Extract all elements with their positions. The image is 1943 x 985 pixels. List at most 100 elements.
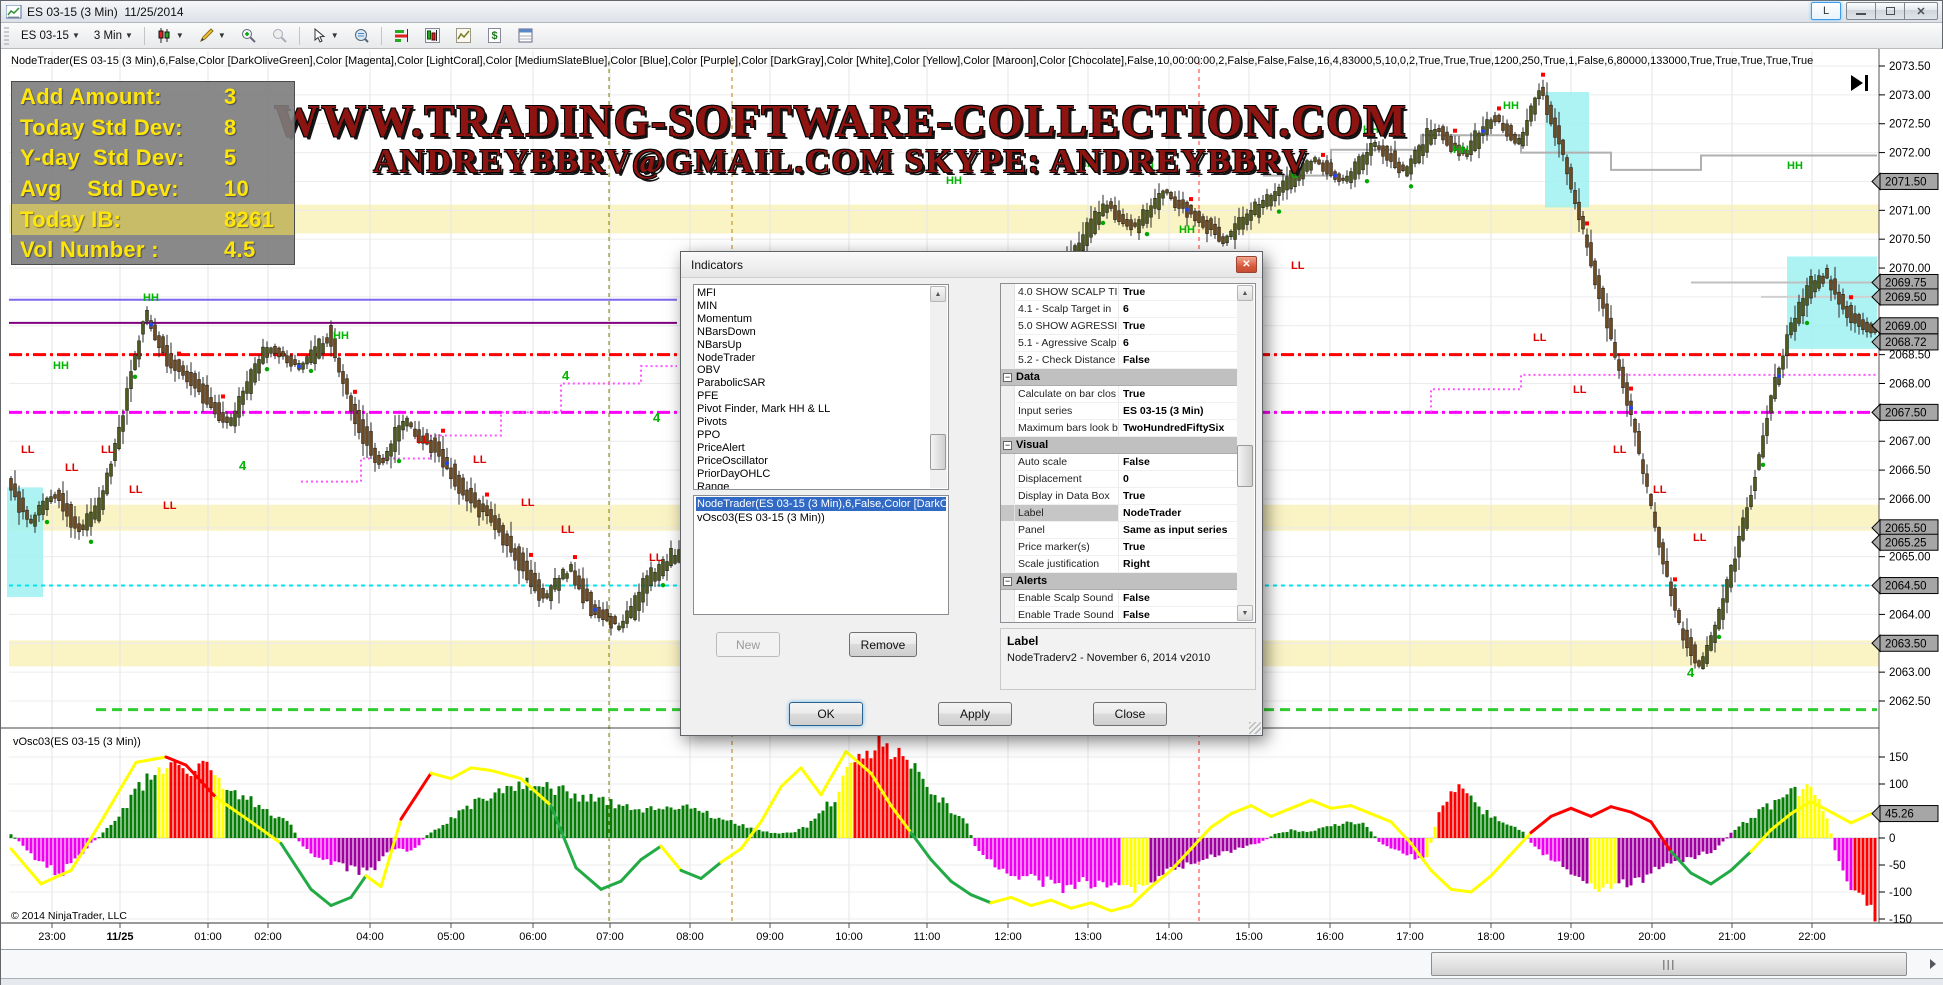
chart-style-button[interactable]: ▼: [150, 25, 190, 47]
zoom-out-button[interactable]: [265, 25, 294, 47]
property-value[interactable]: True: [1119, 490, 1238, 502]
indicator-list-item[interactable]: OBV: [697, 364, 929, 377]
property-row[interactable]: Maximum bars look bTwoHundredFiftySix: [1001, 420, 1238, 437]
dialog-close-action-button[interactable]: Close: [1093, 702, 1167, 726]
property-value[interactable]: False: [1119, 354, 1238, 366]
toolbar-grip[interactable]: [4, 27, 9, 45]
property-value[interactable]: 0: [1119, 473, 1238, 485]
property-row[interactable]: 5.0 SHOW AGRESSITrue: [1001, 318, 1238, 335]
instrument-selector[interactable]: ES 03-15 ▼: [15, 25, 86, 47]
property-value[interactable]: Same as input series: [1119, 524, 1238, 536]
property-value[interactable]: NodeTrader: [1119, 507, 1238, 519]
zoom-in-button[interactable]: [234, 25, 263, 47]
indicator-list-item[interactable]: PriceAlert: [697, 442, 929, 455]
property-row[interactable]: Input seriesES 03-15 (3 Min): [1001, 403, 1238, 420]
property-row[interactable]: Auto scaleFalse: [1001, 454, 1238, 471]
property-row[interactable]: 4.1 - Scalp Target in6: [1001, 301, 1238, 318]
indicator-list-item[interactable]: Pivots: [697, 416, 929, 429]
property-value[interactable]: False: [1119, 592, 1238, 604]
indicator-list-item[interactable]: PPO: [697, 429, 929, 442]
property-row[interactable]: 5.1 - Agressive Scalp6: [1001, 335, 1238, 352]
property-row[interactable]: LabelNodeTrader: [1001, 505, 1238, 522]
property-row[interactable]: Enable Scalp SoundFalse: [1001, 590, 1238, 607]
properties-grid[interactable]: 4.0 SHOW SCALP TITrue4.1 - Scalp Target …: [1000, 283, 1256, 623]
property-value[interactable]: True: [1119, 320, 1238, 332]
restore-button[interactable]: [1875, 2, 1905, 20]
grid-scrollbar[interactable]: ▲ ▼: [1237, 285, 1254, 621]
dialog-close-button[interactable]: ✕: [1236, 256, 1257, 273]
scroll-thumb[interactable]: [1237, 445, 1253, 487]
property-section-header[interactable]: −Alerts: [1001, 573, 1238, 590]
available-indicators-list[interactable]: MFIMINMomentumNBarsDownNBarsUpNodeTrader…: [693, 284, 949, 490]
property-row[interactable]: Scale justificationRight: [1001, 556, 1238, 573]
dialog-titlebar[interactable]: Indicators ✕: [681, 252, 1262, 278]
property-row[interactable]: 4.0 SHOW SCALP TITrue: [1001, 284, 1238, 301]
property-value[interactable]: Right: [1119, 558, 1238, 570]
property-value[interactable]: True: [1119, 286, 1238, 298]
property-gutter: [1001, 522, 1015, 538]
account-data-button[interactable]: $: [480, 25, 509, 47]
property-value[interactable]: False: [1119, 609, 1238, 621]
indicator-list-item[interactable]: PFE: [697, 390, 929, 403]
indicator-list-item[interactable]: ParabolicSAR: [697, 377, 929, 390]
selected-indicators-list[interactable]: NodeTrader(ES 03-15 (3 Min),6,False,Colo…: [693, 495, 949, 615]
indicator-list-item[interactable]: PriceOscillator: [697, 455, 929, 468]
ok-button[interactable]: OK: [789, 702, 863, 726]
property-value[interactable]: True: [1119, 541, 1238, 553]
list-scrollbar[interactable]: ▲: [930, 286, 947, 488]
properties-button[interactable]: [511, 25, 540, 47]
apply-button[interactable]: Apply: [938, 702, 1012, 726]
scroll-up-icon[interactable]: ▲: [1237, 285, 1253, 301]
property-row[interactable]: Enable Trade SoundFalse: [1001, 607, 1238, 623]
indicator-list-item[interactable]: Momentum: [697, 313, 929, 326]
property-value[interactable]: 6: [1119, 303, 1238, 315]
indicator-list-item[interactable]: Pivot Finder, Mark HH & LL: [697, 403, 929, 416]
property-value[interactable]: False: [1119, 456, 1238, 468]
indicator-list-item[interactable]: Range: [697, 481, 929, 490]
indicator-list-item[interactable]: MFI: [697, 287, 929, 300]
scroll-down-icon[interactable]: ▼: [1237, 605, 1253, 621]
collapse-icon[interactable]: −: [1003, 577, 1012, 586]
property-row[interactable]: Calculate on bar closTrue: [1001, 386, 1238, 403]
interval-selector[interactable]: 3 Min ▼: [88, 25, 139, 47]
indicator-list-item[interactable]: NBarsUp: [697, 339, 929, 352]
property-row[interactable]: 5.2 - Check DistanceFalse: [1001, 352, 1238, 369]
property-section-header[interactable]: −Visual: [1001, 437, 1238, 454]
indicator-list-item[interactable]: NodeTrader: [697, 352, 929, 365]
remove-button[interactable]: Remove: [849, 632, 917, 657]
data-box-button[interactable]: [347, 25, 376, 47]
property-row[interactable]: Price marker(s)True: [1001, 539, 1238, 556]
chart-area: HHHHHHHHHHHHHHHHHHHHHHLLLLLLLLLLLLLLLLLL…: [1, 49, 1943, 949]
scroll-up-icon[interactable]: ▲: [930, 286, 946, 302]
property-value[interactable]: 6: [1119, 337, 1238, 349]
property-row[interactable]: Displacement0: [1001, 471, 1238, 488]
property-row[interactable]: Display in Data BoxTrue: [1001, 488, 1238, 505]
close-button[interactable]: ✕: [1904, 2, 1938, 20]
resize-grip-icon[interactable]: [1249, 722, 1261, 734]
property-value[interactable]: True: [1119, 388, 1238, 400]
indicator-list-item[interactable]: MIN: [697, 300, 929, 313]
scrollbar-thumb[interactable]: [1431, 952, 1907, 976]
lock-button[interactable]: L: [1811, 2, 1841, 20]
scrollbar-right-arrow[interactable]: [1930, 959, 1936, 969]
selected-indicator-item[interactable]: NodeTrader(ES 03-15 (3 Min),6,False,Colo…: [696, 497, 946, 511]
property-value[interactable]: TwoHundredFiftySix: [1119, 422, 1238, 434]
selected-indicator-item[interactable]: vOsc03(ES 03-15 (3 Min)): [696, 511, 946, 525]
window-titlebar[interactable]: ES 03-15 (3 Min) 11/25/2014 L ✕: [1, 1, 1942, 23]
market-depth-button[interactable]: [387, 25, 416, 47]
indicators-button[interactable]: [449, 25, 478, 47]
property-row[interactable]: PanelSame as input series: [1001, 522, 1238, 539]
property-value[interactable]: ES 03-15 (3 Min): [1119, 405, 1238, 417]
drawing-tools-button[interactable]: ▼: [192, 25, 232, 47]
chart-trader-button[interactable]: [418, 25, 447, 47]
indicator-list-item[interactable]: PriorDayOHLC: [697, 468, 929, 481]
horizontal-scrollbar[interactable]: [1, 949, 1943, 978]
cursor-tool-button[interactable]: ▼: [305, 25, 345, 47]
collapse-icon[interactable]: −: [1003, 373, 1012, 382]
scroll-thumb[interactable]: [930, 434, 946, 470]
minimize-button[interactable]: [1846, 2, 1876, 20]
indicator-list-item[interactable]: NBarsDown: [697, 326, 929, 339]
property-section-header[interactable]: −Data: [1001, 369, 1238, 386]
collapse-icon[interactable]: −: [1003, 441, 1012, 450]
new-button[interactable]: New: [716, 632, 780, 657]
